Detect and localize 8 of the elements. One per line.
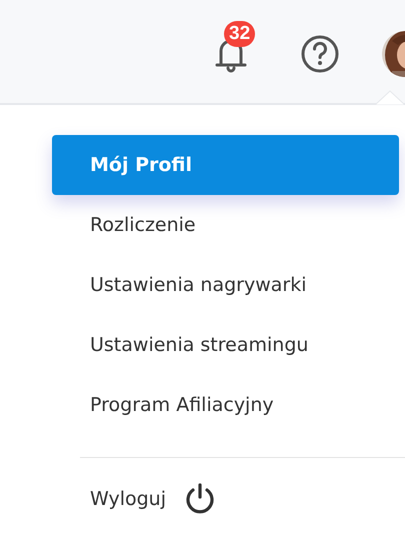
logout-button[interactable]: Wyloguj	[52, 480, 224, 518]
menu-item[interactable]: Ustawienia nagrywarki	[52, 255, 399, 315]
notification-badge: 32	[224, 20, 256, 46]
menu-item[interactable]: Rozliczenie	[52, 195, 399, 255]
menu-item[interactable]: Ustawienia streamingu	[52, 315, 399, 375]
menu-item[interactable]: Program Afiliacyjny	[52, 375, 399, 435]
menu-item[interactable]: Mój Profil	[52, 135, 399, 195]
help-icon[interactable]	[300, 34, 340, 74]
